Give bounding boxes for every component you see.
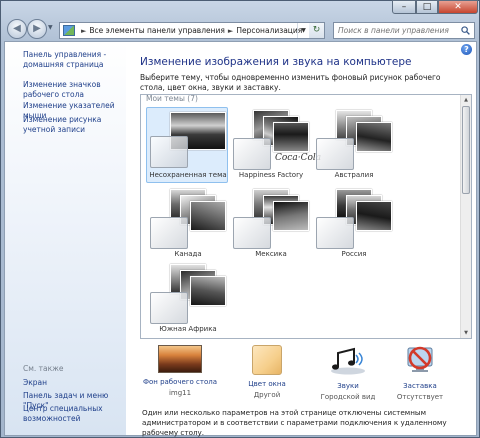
forward-button[interactable]: ▶: [27, 19, 47, 39]
desktop-background-value: img11: [168, 389, 192, 397]
window: – □ ✕ ◀ ▶ ▼ ► Все элементы панели управл…: [0, 0, 480, 438]
screensaver-value: Отсутствует: [396, 393, 444, 401]
theme-south-africa[interactable]: Южная Африка: [146, 261, 228, 337]
sounds-value: Городской вид: [320, 393, 376, 401]
sidebar-link-desktop-icons[interactable]: Изменение значков рабочего стола: [23, 80, 126, 100]
music-notes-icon: [331, 347, 365, 375]
scroll-up-button[interactable]: ▲: [461, 95, 471, 105]
theme-preview: [150, 189, 226, 249]
screensaver-label[interactable]: Заставка: [382, 382, 458, 390]
window-color-setting[interactable]: Цвет окна Другой: [229, 345, 305, 399]
close-button[interactable]: ✕: [438, 0, 478, 14]
admin-notice: Один или несколько параметров на этой ст…: [142, 408, 447, 437]
theme-name: Несохраненная тема: [149, 171, 227, 179]
sidebar: Панель управления - домашняя страница Из…: [5, 42, 126, 435]
navigation-bar: ◀ ▶ ▼ ► Все элементы панели управления ►…: [1, 15, 480, 43]
page-description: Выберите тему, чтобы одновременно измени…: [140, 73, 441, 92]
theme-name: Мексика: [255, 250, 287, 258]
theme-unsaved[interactable]: Несохраненная тема: [146, 107, 228, 183]
maximize-button[interactable]: □: [416, 0, 438, 14]
sidebar-link-display[interactable]: Экран: [23, 378, 126, 388]
breadcrumb-personalization[interactable]: Персонализация: [236, 26, 302, 35]
theme-name: Южная Африка: [159, 325, 217, 333]
back-button[interactable]: ◀: [7, 19, 27, 39]
minimize-button[interactable]: –: [392, 0, 416, 14]
screensaver-setting[interactable]: Заставка Отсутствует: [382, 345, 458, 401]
my-themes-group-label: Мои темы (7): [146, 94, 198, 103]
page-title: Изменение изображения и звука на компьют…: [140, 56, 412, 68]
no-screensaver-icon: [407, 346, 433, 372]
content-area: Панель управления - домашняя страница Из…: [4, 41, 477, 437]
refresh-icon[interactable]: ↻: [309, 23, 324, 38]
see-also-heading: См. также: [23, 364, 64, 373]
desktop-background-icon: [158, 345, 202, 373]
theme-happiness-factory[interactable]: Coca·Cola Happiness Factory: [229, 107, 321, 183]
theme-preview: [316, 110, 392, 170]
sidebar-link-ease-of-access[interactable]: Центр специальных возможностей: [23, 404, 126, 424]
main-panel: ? Изменение изображения и звука на компь…: [126, 42, 476, 437]
address-bar[interactable]: ► Все элементы панели управления ► Персо…: [59, 22, 325, 39]
themes-list: Мои темы (7) Несохраненная тема Coca·Col…: [140, 94, 472, 339]
desktop-background-label[interactable]: Фон рабочего стола: [142, 378, 218, 386]
theme-preview: Coca·Cola: [233, 110, 321, 170]
window-color-label[interactable]: Цвет окна: [229, 380, 305, 388]
window-color-value: Другой: [253, 391, 281, 399]
sounds-label[interactable]: Звуки: [310, 382, 386, 390]
scroll-down-button[interactable]: ▼: [461, 328, 471, 338]
search-input[interactable]: [334, 23, 454, 38]
title-bar: – □ ✕: [1, 0, 480, 15]
breadcrumb-all-items[interactable]: Все элементы панели управления: [89, 26, 225, 35]
search-icon[interactable]: [461, 26, 470, 35]
theme-name: Канада: [174, 250, 202, 258]
breadcrumb-separator: ►: [81, 26, 87, 35]
address-dropdown-button[interactable]: ▼: [297, 23, 309, 38]
theme-preview: [233, 189, 309, 249]
themes-scrollbar[interactable]: ▲ ▼: [460, 95, 471, 338]
theme-russia[interactable]: Россия: [312, 186, 394, 262]
theme-preview: [150, 264, 226, 324]
theme-name: Австралия: [334, 171, 374, 179]
scroll-thumb[interactable]: [462, 106, 470, 194]
sidebar-link-control-panel-home[interactable]: Панель управления - домашняя страница: [23, 50, 126, 70]
recent-pages-dropdown[interactable]: ▼: [48, 24, 56, 32]
window-color-icon: [252, 345, 282, 375]
help-icon[interactable]: ?: [461, 44, 472, 55]
theme-preview: [150, 110, 226, 170]
breadcrumb-separator: ►: [227, 26, 234, 35]
search-box: [333, 22, 475, 39]
control-panel-icon: [63, 25, 75, 36]
theme-preview: [316, 189, 392, 249]
theme-canada[interactable]: Канада: [146, 186, 228, 262]
theme-name: Россия: [341, 250, 367, 258]
theme-australia[interactable]: Австралия: [312, 107, 394, 183]
desktop-background-setting[interactable]: Фон рабочего стола img11: [142, 345, 218, 397]
sidebar-link-account-picture[interactable]: Изменение рисунка учетной записи: [23, 115, 126, 135]
theme-name: Happiness Factory: [238, 171, 304, 179]
theme-mexico[interactable]: Мексика: [229, 186, 311, 262]
sounds-setting[interactable]: Звуки Городской вид: [310, 345, 386, 401]
